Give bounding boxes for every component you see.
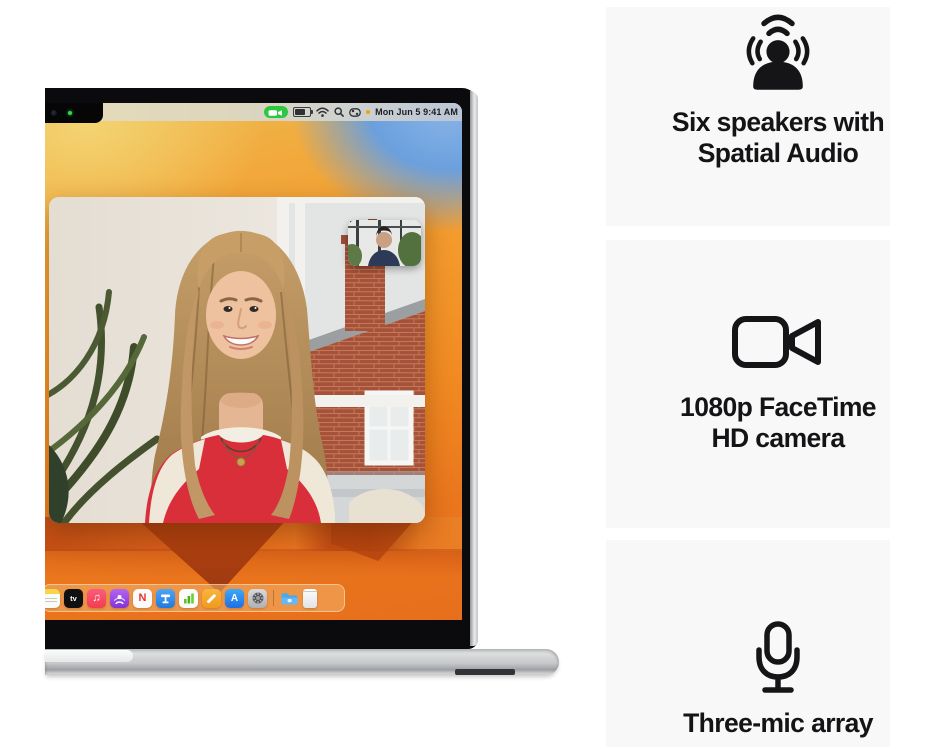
dock-icon-notes[interactable]	[45, 589, 60, 608]
macbook-screen: Mon Jun 5 9:41 AM	[45, 103, 462, 620]
app-store-glyph: A	[231, 593, 238, 604]
dock[interactable]: tv ♫ N	[45, 584, 345, 612]
podcasts-glyph	[113, 592, 126, 605]
battery-icon[interactable]	[293, 107, 311, 117]
dock-divider	[273, 590, 274, 606]
dock-icon-pages[interactable]	[202, 589, 221, 608]
video-camera-icon	[730, 312, 826, 377]
dock-icon-podcasts[interactable]	[110, 589, 129, 608]
keynote-podium-glyph	[159, 592, 172, 605]
macbook-base	[45, 649, 559, 675]
dock-icon-music[interactable]: ♫	[87, 589, 106, 608]
feature-line: HD camera	[680, 423, 876, 454]
feature-text-mic: Three-mic array	[683, 708, 873, 739]
control-center-icon[interactable]	[349, 108, 361, 117]
dock-icon-news[interactable]: N	[133, 589, 152, 608]
facetime-window[interactable]	[49, 197, 425, 523]
numbers-bars-glyph	[182, 591, 196, 605]
feature-line: Spatial Audio	[672, 138, 884, 169]
apple-tv-glyph: tv	[70, 594, 77, 603]
facetime-active-indicator[interactable]	[264, 106, 288, 118]
feature-line: Six speakers with	[672, 107, 884, 138]
mic-in-use-indicator	[366, 110, 370, 114]
facetime-pip-man	[348, 220, 421, 266]
menu-bar-clock[interactable]: Mon Jun 5 9:41 AM	[375, 107, 458, 117]
gear-icon	[251, 591, 265, 605]
feature-card-mic: Three-mic array	[606, 540, 890, 747]
feature-card-camera: 1080p FaceTime HD camera	[606, 240, 890, 528]
dock-icon-numbers[interactable]	[179, 589, 198, 608]
dock-icon-apple-tv[interactable]: tv	[64, 589, 83, 608]
dock-icon-keynote[interactable]	[156, 589, 175, 608]
wifi-icon[interactable]	[316, 107, 329, 117]
feature-line: 1080p FaceTime	[680, 392, 876, 423]
dock-icon-downloads-folder[interactable]	[280, 589, 299, 608]
camera-notch	[45, 103, 103, 123]
folder-icon	[280, 589, 299, 608]
feature-card-speakers: Six speakers with Spatial Audio	[606, 7, 890, 226]
music-note-glyph: ♫	[92, 592, 100, 604]
macbook-lid-scoop	[45, 650, 133, 662]
spatial-audio-icon	[734, 7, 822, 98]
dock-icon-app-store[interactable]: A	[225, 589, 244, 608]
menu-bar: Mon Jun 5 9:41 AM	[45, 103, 462, 121]
macbook-rubber-foot	[455, 669, 515, 675]
camera-on-led	[68, 111, 72, 115]
microphone-icon	[751, 620, 805, 701]
macbook-lid-rim	[470, 91, 478, 646]
facetime-pip-self-view[interactable]	[348, 220, 421, 266]
product-feature-graphic: Mon Jun 5 9:41 AM	[0, 0, 945, 755]
feature-text-camera: 1080p FaceTime HD camera	[680, 392, 876, 454]
pages-pencil-glyph	[207, 593, 217, 603]
dock-icon-system-settings[interactable]	[248, 589, 267, 608]
video-camera-glyph	[264, 107, 288, 119]
macbook-lid: Mon Jun 5 9:41 AM	[45, 88, 478, 649]
feature-line: Three-mic array	[683, 708, 873, 739]
news-glyph: N	[139, 592, 147, 604]
spotlight-icon[interactable]	[334, 107, 344, 117]
dock-icon-trash[interactable]	[303, 589, 317, 608]
webcam-lens	[51, 110, 57, 116]
feature-text-speakers: Six speakers with Spatial Audio	[672, 107, 884, 169]
